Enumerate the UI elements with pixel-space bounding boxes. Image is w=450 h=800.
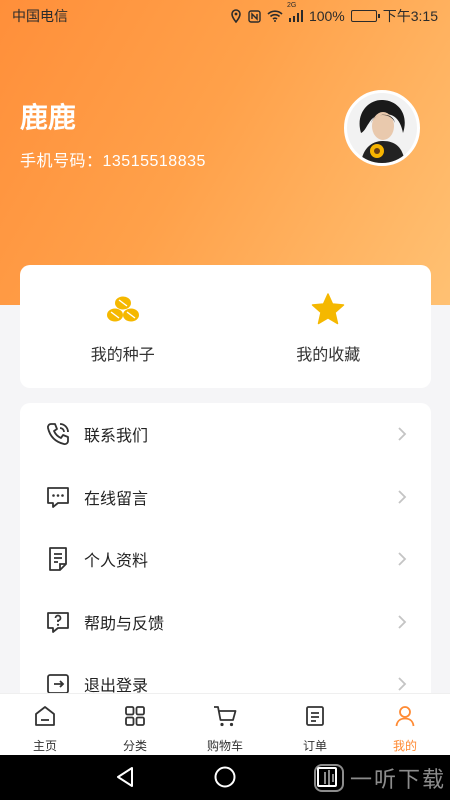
menu-item-label: 联系我们 (84, 428, 149, 446)
user-icon (393, 704, 417, 733)
tab-label: 主页 (32, 739, 57, 753)
document-icon (44, 545, 72, 573)
wifi-icon (267, 10, 283, 22)
home-button-icon[interactable] (213, 765, 237, 794)
chevron-right-icon (397, 614, 407, 630)
order-icon (303, 704, 327, 733)
tab-label: 购物车 (206, 739, 243, 753)
my-favorites-button[interactable]: 我的收藏 (226, 265, 432, 388)
tab-home[interactable]: 主页 (0, 694, 90, 755)
help-icon (44, 608, 72, 636)
bottom-tab-bar: 主页 分类 购物车 订单 我的 (0, 693, 450, 755)
tab-label: 分类 (122, 739, 147, 753)
home-icon (33, 704, 57, 733)
user-name: 鹿鹿 (20, 102, 77, 133)
battery-percent: 100% (308, 8, 345, 24)
location-icon (230, 9, 242, 23)
my-seeds-button[interactable]: 我的种子 (20, 265, 226, 388)
tab-label: 我的 (392, 739, 417, 753)
watermark: 一听下载 (313, 761, 446, 795)
status-bar: 中国电信 2G 100% 下午3:15 (0, 0, 450, 32)
signal-icon: 2G (287, 2, 303, 22)
seed-icon (105, 291, 141, 327)
watermark-logo-icon (313, 764, 344, 792)
menu-item-online-message[interactable]: 在线留言 (20, 466, 431, 529)
tab-cart[interactable]: 购物车 (180, 694, 270, 755)
nfc-icon (248, 9, 261, 23)
menu-item-label: 帮助与反馈 (84, 615, 165, 633)
chevron-right-icon (397, 551, 407, 567)
menu-item-label: 个人资料 (84, 553, 149, 571)
message-icon (44, 483, 72, 511)
my-favorites-label: 我的收藏 (296, 347, 361, 364)
back-icon[interactable] (114, 765, 136, 794)
chevron-right-icon (397, 676, 407, 692)
cart-icon (212, 704, 238, 733)
user-phone: 手机号码：13515518835 (20, 153, 206, 170)
tab-mine[interactable]: 我的 (360, 694, 450, 755)
clock: 下午3:15 (382, 8, 438, 24)
my-seeds-label: 我的种子 (90, 347, 155, 364)
menu-item-contact-us[interactable]: 联系我们 (20, 403, 431, 466)
star-icon (310, 291, 346, 327)
carrier-label: 中国电信 (12, 8, 68, 24)
menu-item-label: 在线留言 (84, 490, 149, 508)
avatar[interactable] (344, 90, 420, 166)
menu-item-personal-info[interactable]: 个人资料 (20, 528, 431, 591)
grid-icon (123, 704, 147, 733)
settings-menu: 联系我们 在线留言 个人资料 帮助与反馈 退出登录 (20, 403, 431, 713)
tab-orders[interactable]: 订单 (270, 694, 360, 755)
phone-icon (44, 420, 72, 448)
chevron-right-icon (397, 489, 407, 505)
chevron-right-icon (397, 426, 407, 442)
tab-label: 订单 (302, 739, 327, 753)
system-nav-bar: 一听下载 (0, 755, 450, 800)
watermark-text: 一听下载 (349, 767, 446, 792)
battery-icon (350, 10, 380, 22)
status-indicators: 2G 100% 下午3:15 (230, 2, 438, 26)
menu-item-help-feedback[interactable]: 帮助与反馈 (20, 591, 431, 654)
quick-actions-card: 我的种子 我的收藏 (20, 265, 431, 388)
tab-category[interactable]: 分类 (90, 694, 180, 755)
